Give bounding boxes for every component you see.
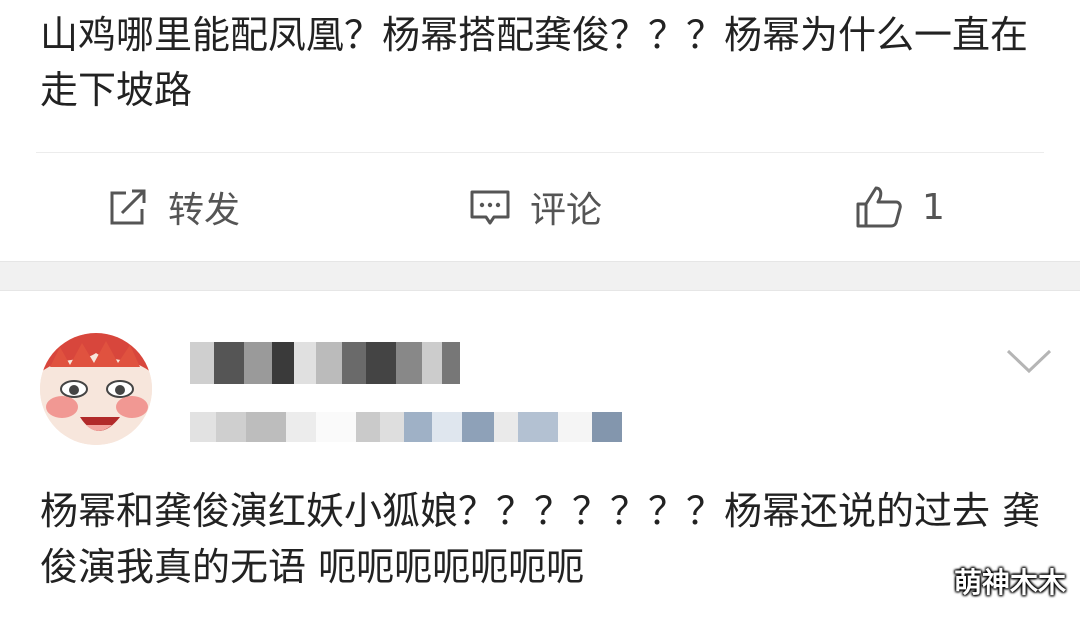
comment-label: 评论	[530, 190, 603, 231]
meta-redaction	[246, 412, 286, 442]
meta-redaction	[592, 412, 622, 442]
meta-redaction	[286, 412, 316, 442]
share-square-icon	[106, 187, 150, 227]
username-redaction	[396, 342, 422, 384]
username-redaction	[316, 342, 342, 384]
avatar[interactable]	[40, 333, 152, 445]
commenter-username[interactable]	[190, 342, 470, 384]
username-redaction	[366, 342, 396, 384]
meta-redaction	[380, 412, 404, 442]
comment-text: 杨幂和龚俊演红妖小狐娘？？？？？？？杨幂还说的过去 龚俊演我真的无语 呃呃呃呃呃…	[40, 489, 1041, 589]
username-redaction	[272, 342, 294, 384]
meta-redaction	[432, 412, 462, 442]
comment-button[interactable]: 评论	[468, 153, 602, 261]
meta-redaction	[494, 412, 518, 442]
repost-button[interactable]: 转发	[106, 153, 240, 261]
meta-redaction	[190, 412, 216, 442]
username-redaction	[342, 342, 366, 384]
action-bar: 转发 评论 1	[0, 153, 1080, 261]
comment-meta	[190, 412, 660, 442]
username-redaction	[214, 342, 244, 384]
username-redaction	[422, 342, 442, 384]
section-separator	[0, 261, 1080, 291]
like-button[interactable]: 1	[854, 153, 945, 261]
username-redaction	[244, 342, 272, 384]
username-redaction	[442, 342, 460, 384]
chevron-down-icon	[1006, 349, 1052, 374]
repost-label: 转发	[168, 190, 241, 231]
meta-redaction	[558, 412, 592, 442]
like-count: 1	[922, 186, 945, 228]
thumbs-up-icon	[854, 184, 904, 230]
meta-redaction	[216, 412, 246, 442]
meta-redaction	[518, 412, 558, 442]
post-text: 山鸡哪里能配凤凰？杨幂搭配龚俊？？？杨幂为什么一直在走下坡路	[40, 13, 1029, 112]
meta-redaction	[316, 412, 356, 442]
meta-redaction	[404, 412, 432, 442]
meta-redaction	[356, 412, 380, 442]
watermark: 萌神木木	[953, 566, 1066, 599]
username-redaction	[190, 342, 214, 384]
comment-more-button[interactable]	[1004, 345, 1054, 375]
meta-redaction	[462, 412, 494, 442]
username-redaction	[294, 342, 316, 384]
speech-bubble-icon	[468, 187, 512, 227]
